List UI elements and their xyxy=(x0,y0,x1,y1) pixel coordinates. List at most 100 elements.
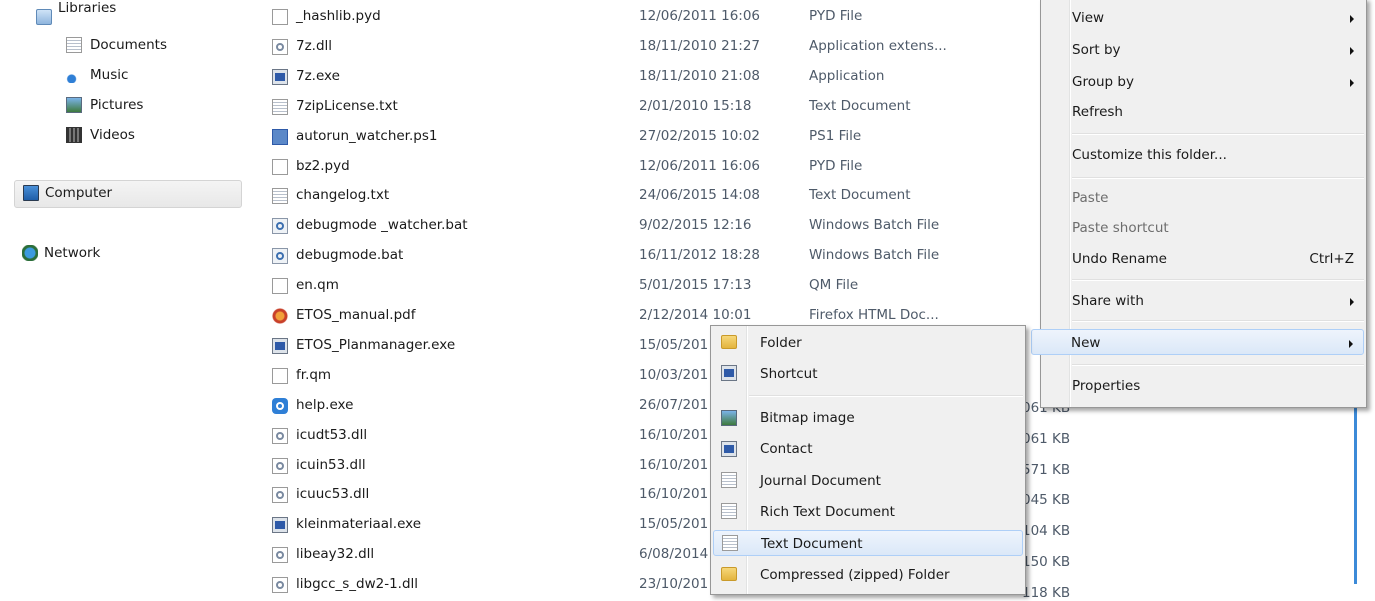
file-date: 2/12/2014 10:01 xyxy=(639,307,752,323)
menu-properties-label: Properties xyxy=(1072,378,1141,394)
menu-group-by[interactable]: Group by xyxy=(1043,69,1364,95)
file-row[interactable]: debugmode _watcher.bat 9/02/2015 12:16 Win… xyxy=(268,212,1028,241)
file-row[interactable]: 7z.exe 18/11/2010 21:08 Application xyxy=(268,63,1028,92)
music-icon xyxy=(66,67,82,83)
file-size: 571 KB xyxy=(1022,461,1071,478)
menu-undo-rename[interactable]: Undo Rename Ctrl+Z xyxy=(1043,246,1364,272)
menu-sort-by[interactable]: Sort by xyxy=(1043,37,1364,63)
menu-share-with[interactable]: Share with xyxy=(1043,288,1364,314)
file-type: PYD File xyxy=(809,8,863,24)
new-contact[interactable]: Contact xyxy=(713,436,1023,462)
new-contact-label: Contact xyxy=(760,441,813,457)
file-name: bz2.pyd xyxy=(296,157,350,174)
submenu-arrow-icon xyxy=(1350,298,1354,306)
navigation-pane: Libraries Documents Music Pictures Video… xyxy=(0,0,248,584)
new-rich-text-label: Rich Text Document xyxy=(760,504,895,520)
menu-customize-folder[interactable]: Customize this folder... xyxy=(1043,142,1364,168)
file-date: 12/06/2011 16:06 xyxy=(639,8,761,24)
nav-documents[interactable]: Documents xyxy=(66,32,216,58)
file-name: libgcc_s_dw2-1.dll xyxy=(296,576,419,593)
shortcut-icon xyxy=(721,365,737,381)
nav-computer-label: Computer xyxy=(45,185,113,201)
file-row[interactable]: bz2.pyd 12/06/2011 16:06 PYD File xyxy=(268,153,1028,182)
menu-share-with-label: Share with xyxy=(1072,293,1144,309)
file-name: fr.qm xyxy=(296,366,332,383)
file-row[interactable]: 7z.dll 18/11/2010 21:27 Application extens… xyxy=(268,33,1028,62)
file-name: debugmode _watcher.bat xyxy=(296,217,468,234)
file-row[interactable]: _hashlib.pyd 12/06/2011 16:06 PYD File xyxy=(268,3,1028,32)
new-submenu: Folder Shortcut Bitmap image Contact Jou… xyxy=(710,325,1026,595)
ps1-file-icon xyxy=(272,128,288,145)
file-name: icuin53.dll xyxy=(296,456,366,473)
contact-icon xyxy=(721,441,737,457)
zip-folder-icon xyxy=(721,567,737,581)
new-bitmap-label: Bitmap image xyxy=(760,410,855,426)
blank-file-icon xyxy=(272,158,288,175)
file-row[interactable]: autorun_watcher.ps1 27/02/2015 10:02 PS1 F… xyxy=(268,123,1028,152)
nav-network[interactable]: Network xyxy=(22,240,172,266)
file-name: icudt53.dll xyxy=(296,426,368,443)
new-text-document-label: Text Document xyxy=(761,536,863,552)
new-journal-label: Journal Document xyxy=(760,473,881,489)
menu-new[interactable]: New xyxy=(1031,329,1364,355)
file-date: 6/08/2014 xyxy=(639,546,709,563)
file-date: 24/06/2015 14:08 xyxy=(639,187,761,204)
menu-sort-by-label: Sort by xyxy=(1072,42,1121,58)
file-size: 061 KB xyxy=(1022,430,1071,447)
blank-file-icon xyxy=(272,9,288,25)
dll-file-icon xyxy=(272,577,288,594)
file-date: 18/11/2010 21:27 xyxy=(639,37,761,54)
menu-properties[interactable]: Properties xyxy=(1043,373,1364,399)
new-rich-text[interactable]: Rich Text Document xyxy=(713,499,1023,525)
nav-videos[interactable]: Videos xyxy=(66,122,216,148)
documents-icon xyxy=(66,37,82,53)
menu-refresh[interactable]: Refresh xyxy=(1043,99,1364,125)
file-name: changelog.txt xyxy=(296,187,390,204)
menu-paste[interactable]: Paste xyxy=(1043,185,1364,211)
file-row[interactable]: 7zipLicense.txt 2/01/2010 15:18 Text Docum… xyxy=(268,93,1028,122)
rich-text-icon xyxy=(721,503,737,519)
file-name: kleinmateriaal.exe xyxy=(296,516,422,533)
new-folder[interactable]: Folder xyxy=(713,330,1023,356)
file-name: debugmode.bat xyxy=(296,247,404,264)
nav-libraries[interactable]: Libraries xyxy=(36,0,186,30)
menu-refresh-label: Refresh xyxy=(1072,104,1123,120)
file-size: 104 KB xyxy=(1022,523,1071,540)
dll-file-icon xyxy=(272,38,288,55)
file-date: 9/02/2015 12:16 xyxy=(639,217,752,234)
bat-file-icon xyxy=(272,248,288,265)
menu-separator xyxy=(1072,133,1364,135)
new-zip-folder-label: Compressed (zipped) Folder xyxy=(760,567,950,583)
file-row[interactable]: debugmode.bat 16/11/2012 18:28 Windows Bat… xyxy=(268,242,1028,271)
menu-separator xyxy=(1072,177,1364,179)
file-name: libeay32.dll xyxy=(296,546,375,563)
file-date: 12/06/2011 16:06 xyxy=(639,157,761,174)
new-text-document[interactable]: Text Document xyxy=(713,530,1023,556)
txt-file-icon xyxy=(272,188,288,205)
new-bitmap[interactable]: Bitmap image xyxy=(713,405,1023,431)
menu-paste-shortcut-label: Paste shortcut xyxy=(1072,220,1169,236)
file-date: 18/11/2010 21:08 xyxy=(639,67,761,84)
menu-group-by-label: Group by xyxy=(1072,74,1134,90)
network-icon xyxy=(22,245,38,261)
menu-view[interactable]: View xyxy=(1043,5,1364,31)
file-row[interactable]: en.qm 5/01/2015 17:13 QM File xyxy=(268,272,1028,301)
nav-documents-label: Documents xyxy=(90,37,167,53)
submenu-arrow-icon xyxy=(1349,340,1353,348)
new-zip-folder[interactable]: Compressed (zipped) Folder xyxy=(713,562,1023,588)
submenu-arrow-icon xyxy=(1350,79,1354,87)
nav-computer[interactable]: Computer xyxy=(14,180,242,208)
exe-file-icon xyxy=(272,337,288,354)
new-shortcut[interactable]: Shortcut xyxy=(713,361,1023,387)
nav-pictures[interactable]: Pictures xyxy=(66,92,216,118)
file-name: 7z.dll xyxy=(296,37,333,54)
file-row[interactable]: changelog.txt 24/06/2015 14:08 Text Docume… xyxy=(268,182,1028,211)
submenu-arrow-icon xyxy=(1350,15,1354,23)
blank-file-icon xyxy=(272,367,288,384)
menu-paste-shortcut[interactable]: Paste shortcut xyxy=(1043,215,1364,241)
new-journal[interactable]: Journal Document xyxy=(713,468,1023,494)
nav-music[interactable]: Music xyxy=(66,62,216,88)
file-type: Windows Batch File xyxy=(809,217,940,234)
file-name: icuuc53.dll xyxy=(296,486,370,503)
menu-separator xyxy=(1072,364,1364,366)
